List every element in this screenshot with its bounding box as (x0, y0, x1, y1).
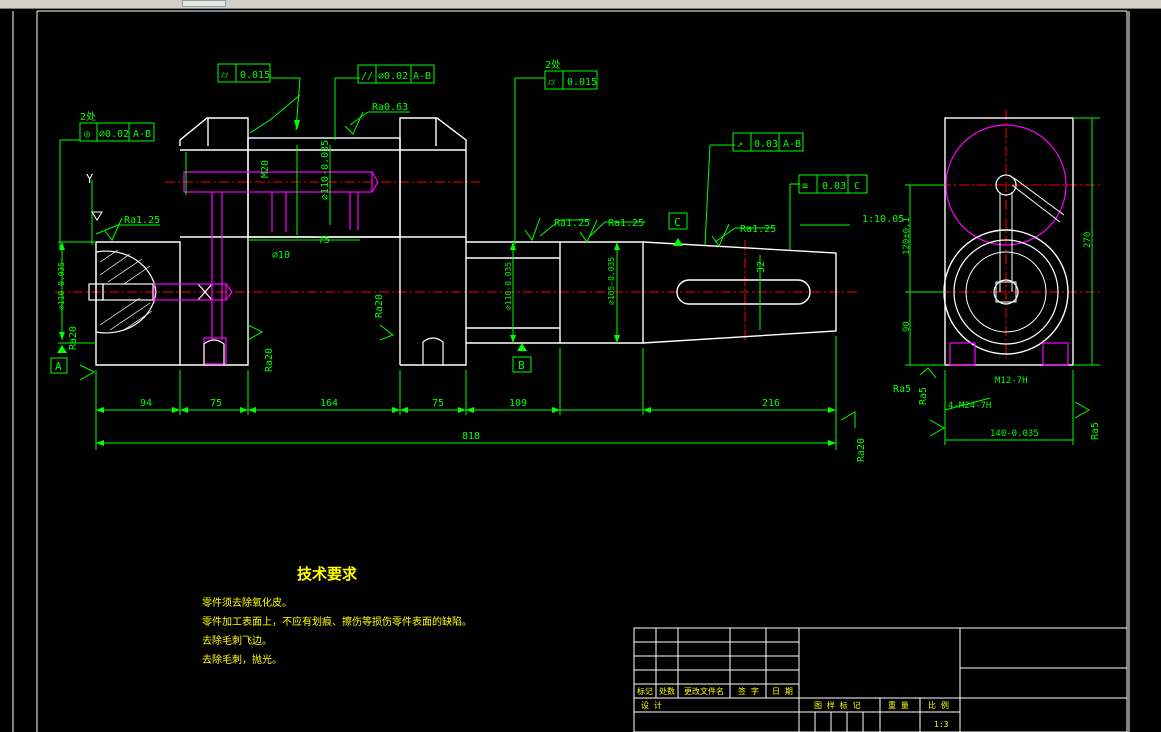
notes-title: 技术要求 (297, 565, 358, 583)
drawing-canvas[interactable]: ⌭ 0.015 // ⌀0.02 A-B 2处 ◎ ⌀0.02 A-B 2处 ⌭… (0, 9, 1161, 732)
thread-m12: M12-7H (995, 376, 1028, 386)
fcf-note: 2处 (545, 59, 561, 71)
fcf-value: 0.03 (822, 181, 846, 192)
toolbar-control[interactable] (182, 0, 226, 7)
white-pockets (203, 337, 444, 365)
tb-scale-label: 比 例 (928, 700, 949, 710)
slot-label: 32 (756, 261, 767, 273)
note-item: 零件加工表面上，不应有划痕、擦伤等损伤零件表面的缺陷。 (202, 615, 472, 628)
roughness-label: Ra20 (264, 348, 275, 372)
title-block (633, 627, 1128, 732)
roughness-label: Ra20 (374, 294, 385, 318)
tb-label: 日 期 (772, 687, 793, 696)
taper-label: 1:10.05 (862, 214, 904, 225)
roughness-label: Ra1.25 (554, 218, 590, 229)
note-item: 去除毛刺飞边。 (202, 634, 272, 647)
side-dim-h1: 120±0.1 (902, 217, 912, 255)
note-item: 去除毛刺，抛光。 (202, 653, 282, 666)
dim-total: 818 (462, 431, 480, 442)
gdt-text: ⌭ 0.015 // ⌀0.02 A-B 2处 ◎ ⌀0.02 A-B 2处 ⌭… (80, 59, 904, 225)
roughness-label: Ra1.25 (740, 224, 776, 235)
roughness-label: Ra5 (893, 384, 911, 395)
side-dim-w: 140-0.035 (990, 429, 1039, 439)
datum-letters: A B C (55, 216, 681, 373)
dim-inner: 75 (318, 235, 330, 246)
roughness-label: Ra0.63 (372, 102, 408, 113)
dim-seg4: 75 (432, 398, 444, 409)
hole-label: ⌀10 (272, 250, 290, 261)
dia-left-label: ⌀110-0.035 (57, 262, 66, 310)
fcf-datum: A-B (783, 139, 801, 150)
tb-design: 设 计 (641, 700, 662, 710)
datum-b-label: B (518, 359, 525, 372)
roughness-label: Ra1.25 (124, 215, 160, 226)
dim-seg6: 216 (762, 398, 780, 409)
toolbar-strip (0, 0, 1161, 9)
cad-viewport[interactable]: ⌭ 0.015 // ⌀0.02 A-B 2处 ◎ ⌀0.02 A-B 2处 ⌭… (0, 0, 1161, 732)
hidden-features (153, 171, 379, 365)
side-dim-h3: 270 (1083, 232, 1093, 248)
tb-stage: 图 样 标 记 (814, 700, 860, 710)
roughness-label: Ra1.25 (608, 218, 644, 229)
dimension-arrows (59, 120, 836, 446)
roughness-symbols (79, 111, 1091, 437)
datum-a-label: A (55, 360, 62, 373)
dimension-lines (58, 77, 850, 450)
roughness-label: Ra20 (68, 326, 79, 350)
tb-label: 标记 (637, 686, 653, 696)
tb-label: 处数 (659, 686, 675, 696)
roughness-label: Ra5 (918, 387, 929, 405)
fcf-datum: C (854, 181, 860, 192)
dim-seg1: 94 (140, 398, 152, 409)
side-view: 120±0.1 90 270 140-0.035 M12-7H 4-M24-7H (902, 117, 1100, 445)
side-dim-h2: 90 (902, 321, 912, 332)
axis-y-label: Y (86, 172, 94, 186)
roughness-text: Ra0.63 Ra1.25 Ra1.25 Ra1.25 Ra1.25 Ra5 R… (68, 102, 1101, 462)
roughness-label: Ra20 (856, 438, 867, 462)
fcf-value: 0.015 (240, 70, 270, 81)
fcf-note: 2处 (80, 111, 96, 123)
dim-seg5: 109 (509, 398, 527, 409)
fcf-datum: A-B (133, 129, 151, 140)
fcf-symbol: ⌭ (221, 70, 229, 81)
dim-seg3: 164 (320, 398, 338, 409)
fcf-value: ⌀0.02 (378, 71, 408, 82)
dia-taper-label: ⌀105-0.035 (607, 257, 616, 305)
tb-label: 更改文件名 (684, 686, 724, 696)
datum-c-label: C (674, 216, 681, 229)
fcf-symbol: ↗ (737, 139, 743, 150)
dia-top-label: ⌀110-0.035 (320, 140, 331, 200)
fcf-value: 0.015 (567, 77, 597, 88)
fcf-datum: A-B (413, 71, 431, 82)
thread-m24: 4-M24-7H (948, 401, 991, 411)
label-m20: M20 (260, 160, 271, 178)
dia-mid-label: ⌀110-0.035 (504, 262, 513, 310)
note-item: 零件须去除氧化皮。 (202, 596, 292, 609)
fcf-symbol: ≡ (802, 181, 808, 192)
title-block-text: 标记 处数 更改文件名 签 字 日 期 设 计 图 样 标 记 重 量 比 例 … (637, 686, 949, 729)
dimension-text: 94 75 164 75 109 216 818 75 ⌀10 Y M20 ⌀1… (57, 140, 780, 442)
fcf-symbol: ◎ (84, 129, 90, 140)
tb-weight: 重 量 (888, 700, 909, 710)
fcf-value: ⌀0.02 (99, 129, 129, 140)
fcf-symbol: ⌭ (548, 77, 556, 88)
datum-markers (57, 211, 683, 353)
fcf-value: 0.03 (754, 139, 778, 150)
tb-label: 签 字 (738, 686, 759, 696)
roughness-label: Ra5 (1090, 422, 1101, 440)
technical-notes: 技术要求 零件须去除氧化皮。 零件加工表面上，不应有划痕、擦伤等损伤零件表面的缺… (202, 565, 472, 666)
shaft-outline (95, 117, 837, 366)
fcf-symbol: // (361, 71, 373, 82)
tb-scale: 1:3 (934, 720, 949, 729)
section-detail (88, 249, 213, 334)
dim-seg2: 75 (210, 398, 222, 409)
